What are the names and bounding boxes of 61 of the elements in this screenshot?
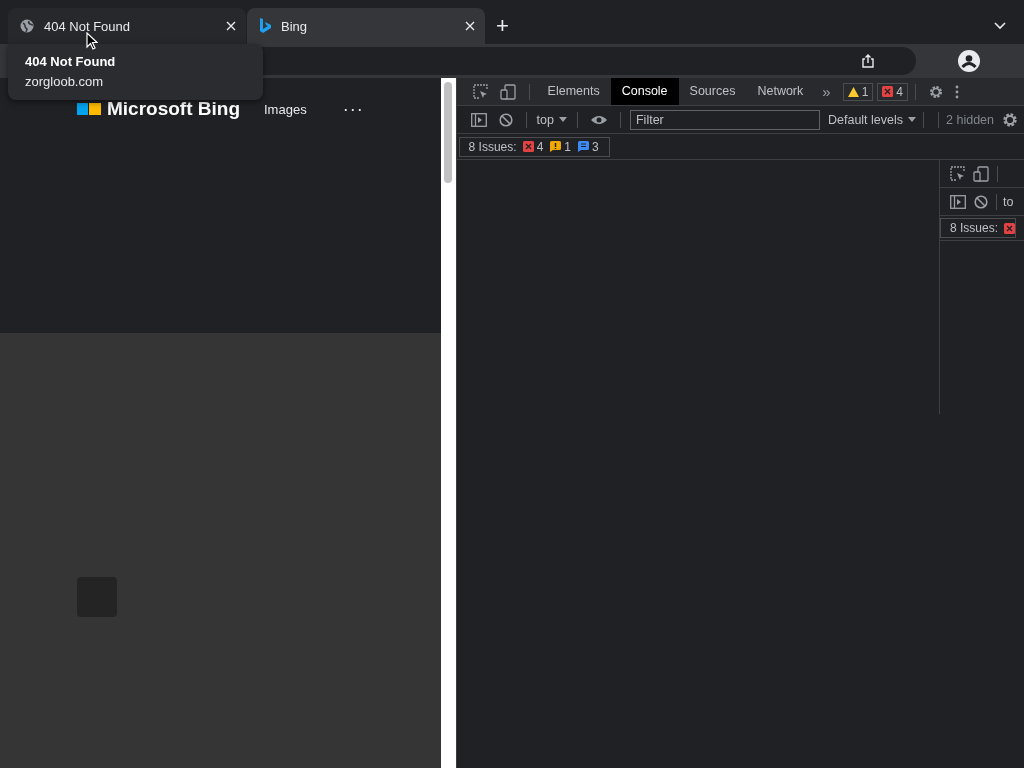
settings-icon[interactable] bbox=[929, 84, 943, 99]
settings-icon[interactable] bbox=[1002, 111, 1018, 128]
inspect-icon[interactable] bbox=[472, 84, 488, 99]
warning-icon bbox=[847, 86, 859, 97]
share-icon[interactable] bbox=[862, 54, 874, 68]
tab-title: 404 Not Found bbox=[44, 18, 131, 34]
tooltip-title: 404 Not Found bbox=[25, 54, 117, 69]
browser-tab[interactable]: 404 Not Found bbox=[8, 8, 246, 44]
profile-icon[interactable] bbox=[958, 50, 980, 72]
clear-console-icon[interactable] bbox=[498, 112, 513, 127]
panel-tab[interactable]: Elements bbox=[536, 78, 611, 105]
filter-field[interactable]: Filter bbox=[630, 109, 820, 130]
sidebar-toggle-icon[interactable] bbox=[950, 194, 966, 209]
eye-icon[interactable] bbox=[591, 114, 607, 125]
warning-icon bbox=[550, 141, 562, 152]
issues-button[interactable]: 8 Issues: bbox=[940, 218, 1017, 238]
browser-tab[interactable]: Bing bbox=[247, 8, 485, 44]
sidebar-toggle-icon[interactable] bbox=[470, 112, 487, 127]
issue-count: 3 bbox=[592, 139, 599, 154]
more-button[interactable]: ··· bbox=[342, 103, 364, 115]
panel-tab[interactable]: Network bbox=[746, 78, 815, 105]
globe-icon bbox=[20, 19, 34, 33]
cursor-icon bbox=[86, 32, 98, 50]
bing-logo-icon bbox=[259, 18, 271, 34]
tab-title: Bing bbox=[281, 18, 309, 34]
count: 1 bbox=[861, 84, 869, 99]
scrollbar-thumb[interactable] bbox=[443, 82, 452, 183]
issue-count: 1 bbox=[564, 139, 571, 154]
logo-text[interactable]: Microsoft Bing bbox=[107, 98, 240, 120]
panel-tab[interactable]: Console bbox=[610, 78, 679, 105]
hidden-count: 2 hidden bbox=[946, 112, 994, 127]
kebab-menu-icon[interactable] bbox=[955, 84, 959, 99]
count: 4 bbox=[896, 84, 903, 99]
message-icon bbox=[578, 141, 589, 152]
issues-label: 8 Issues: bbox=[468, 139, 517, 154]
device-icon[interactable] bbox=[973, 165, 989, 182]
error-icon bbox=[522, 141, 534, 152]
warning-counter[interactable]: 1 bbox=[842, 82, 874, 101]
error-counter[interactable]: 4 bbox=[877, 82, 908, 101]
issue-count: 4 bbox=[536, 139, 544, 154]
nav-link[interactable]: Images bbox=[264, 101, 307, 117]
caret-icon bbox=[559, 117, 567, 122]
inspect-icon[interactable] bbox=[950, 166, 965, 181]
chevron-down-icon[interactable] bbox=[994, 22, 1006, 30]
context-dropdown[interactable]: to bbox=[1001, 194, 1014, 209]
caret-icon bbox=[908, 117, 917, 122]
error-icon bbox=[1004, 222, 1016, 234]
close-icon[interactable] bbox=[465, 21, 475, 31]
panel-tab[interactable]: Sources bbox=[678, 78, 747, 105]
dropdown-value: top bbox=[536, 112, 554, 127]
logo-icon bbox=[77, 103, 101, 115]
more-tabs-button[interactable]: » bbox=[814, 83, 839, 100]
context-dropdown[interactable]: top bbox=[533, 112, 570, 127]
tooltip-url: zorgloob.com bbox=[25, 74, 105, 89]
device-icon[interactable] bbox=[499, 83, 516, 100]
issues-label: 8 Issues: bbox=[950, 221, 999, 235]
clear-console-icon[interactable] bbox=[974, 194, 988, 209]
error-icon bbox=[882, 86, 894, 97]
issues-button[interactable]: 8 Issues: 4 1 3 bbox=[458, 136, 610, 157]
close-icon[interactable] bbox=[226, 21, 236, 31]
new-tab-button[interactable]: + bbox=[486, 14, 519, 38]
